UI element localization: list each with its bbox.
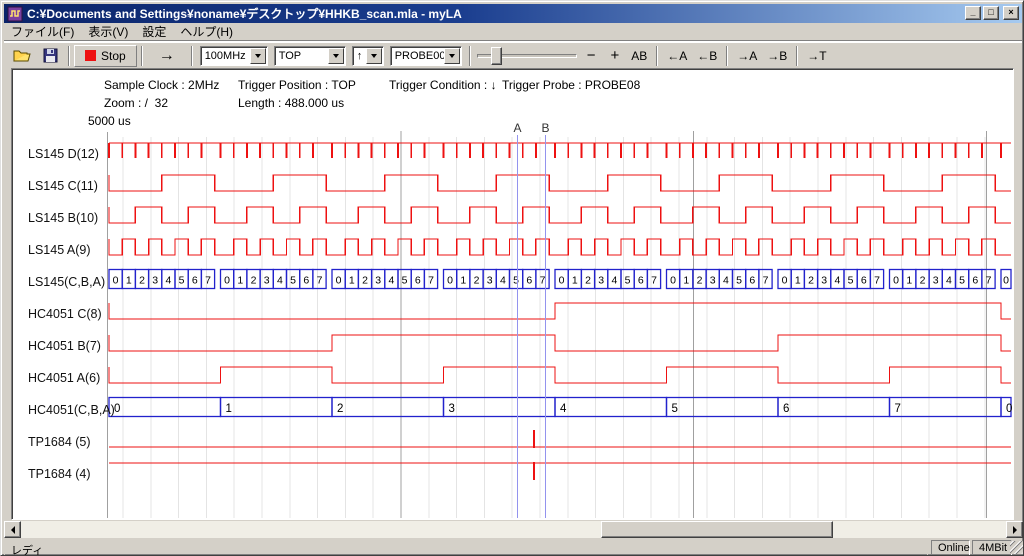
goto-b-fwd-button[interactable]: →B (762, 45, 792, 67)
status-online: Online (931, 540, 970, 556)
arrow-right-icon (1013, 526, 1017, 534)
run-button[interactable]: → (147, 45, 187, 67)
status-ready: レディ (4, 540, 928, 556)
chevron-down-icon (371, 54, 377, 58)
goto-a-back-button[interactable]: ←A (662, 45, 692, 67)
trigger-edge-select[interactable]: ↑ (352, 46, 384, 66)
dropdown-button[interactable] (444, 48, 460, 64)
window-title: C:¥Documents and Settings¥noname¥デスクトップ¥… (27, 5, 462, 22)
horizontal-scrollbar[interactable] (4, 521, 1023, 538)
close-button[interactable]: × (1003, 6, 1019, 20)
zoom-in-button[interactable]: + (603, 45, 626, 67)
status-bar: レディ Online 4MBit (3, 540, 1023, 556)
toolbar-separator (141, 46, 143, 66)
stop-label: Stop (101, 49, 126, 63)
arrow-left-icon (11, 526, 15, 534)
chevron-down-icon (449, 54, 455, 58)
save-floppy-icon (43, 48, 59, 64)
info-sample-clock: Sample Clock : 2MHz (104, 78, 219, 92)
menu-bar: ファイル(F) 表示(V) 設定 ヘルプ(H) (4, 23, 1022, 41)
ab-button[interactable]: AB (626, 45, 652, 67)
info-zoom: Zoom : / 32 (104, 96, 168, 110)
open-file-button[interactable] (8, 45, 38, 67)
goto-trigger-button[interactable]: →T (802, 45, 831, 67)
app-window: C:¥Documents and Settings¥noname¥デスクトップ¥… (0, 0, 1024, 556)
goto-a-fwd-button[interactable]: →A (732, 45, 762, 67)
menu-help[interactable]: ヘルプ(H) (173, 21, 240, 42)
trigger-position-select[interactable]: TOP (274, 46, 346, 66)
chevron-down-icon (333, 54, 339, 58)
goto-b-back-button[interactable]: ←B (692, 45, 722, 67)
menu-file[interactable]: ファイル(F) (4, 21, 81, 42)
maximize-button[interactable]: □ (983, 6, 999, 20)
waveform-panel[interactable] (11, 68, 1014, 520)
info-trigger-probe: Trigger Probe : PROBE08 (502, 78, 640, 92)
probe-value: PROBE00 (391, 50, 444, 62)
toolbar-separator (726, 46, 728, 66)
sample-clock-value: 100MHz (201, 50, 250, 62)
time-ruler-label: 5000 us (88, 114, 131, 128)
scroll-left-button[interactable] (4, 521, 21, 538)
open-folder-icon (13, 48, 33, 64)
toolbar-separator (469, 46, 471, 66)
trigger-edge-value: ↑ (353, 50, 366, 62)
stop-button[interactable]: Stop (74, 45, 137, 67)
zoom-out-button[interactable]: − (579, 45, 604, 67)
probe-select[interactable]: PROBE00 (390, 46, 462, 66)
trigger-position-value: TOP (275, 50, 328, 62)
toolbar-separator (191, 46, 193, 66)
status-memory: 4MBit (972, 540, 1012, 556)
toolbar: Stop → 100MHz TOP ↑ PROBE00 − + AB ←A ←B (4, 42, 1022, 68)
app-icon (7, 6, 23, 22)
resize-grip[interactable] (1010, 541, 1023, 554)
menu-view[interactable]: 表示(V) (81, 21, 135, 42)
info-trigger-position: Trigger Position : TOP (238, 78, 356, 92)
zoom-slider[interactable] (477, 54, 577, 58)
sample-clock-select[interactable]: 100MHz (200, 46, 268, 66)
stop-icon (85, 50, 96, 61)
dropdown-button[interactable] (366, 48, 382, 64)
minimize-button[interactable]: _ (965, 6, 981, 20)
chevron-down-icon (255, 54, 261, 58)
dropdown-button[interactable] (328, 48, 344, 64)
scroll-right-button[interactable] (1006, 521, 1023, 538)
dropdown-button[interactable] (250, 48, 266, 64)
toolbar-separator (656, 46, 658, 66)
info-trigger-condition: Trigger Condition : ↓ (389, 78, 497, 92)
toolbar-separator (796, 46, 798, 66)
save-file-button[interactable] (38, 45, 64, 67)
zoom-slider-thumb[interactable] (491, 47, 502, 65)
scrollbar-thumb[interactable] (601, 521, 833, 538)
menu-settings[interactable]: 設定 (135, 21, 173, 42)
info-length: Length : 488.000 us (238, 96, 344, 110)
toolbar-separator (68, 46, 70, 66)
